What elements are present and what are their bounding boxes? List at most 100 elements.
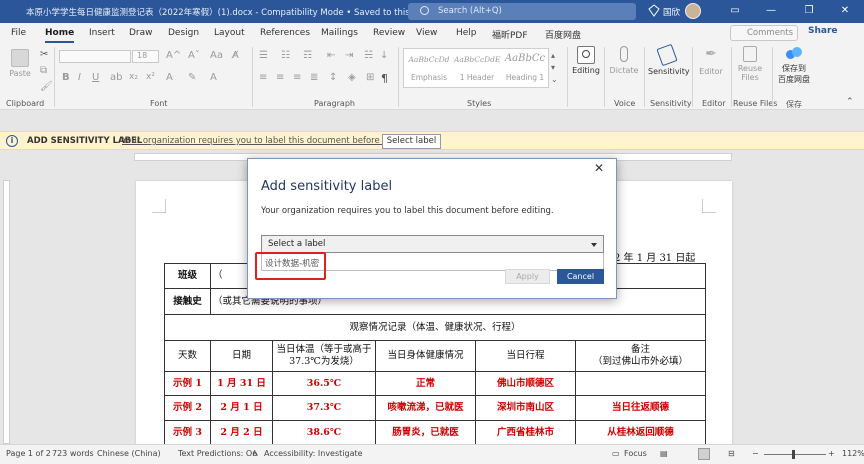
align-right-icon[interactable]: ≡ [293, 72, 301, 83]
label-select-dropdown[interactable]: Select a label [261, 235, 604, 253]
zoom-slider-thumb[interactable] [792, 450, 795, 459]
sort-icon[interactable]: ↓ [380, 50, 388, 61]
underline-icon[interactable]: U [92, 72, 99, 83]
shrink-font-icon[interactable]: Aˇ [188, 50, 200, 61]
collapse-ribbon-icon[interactable]: ⌃ [846, 97, 854, 107]
style-heading-1[interactable]: AaBbCc [502, 53, 548, 64]
tab-foxit-pdf[interactable]: 福昕PDF [492, 28, 528, 41]
styles-more-icon[interactable]: ⌄ [551, 75, 558, 84]
bullets-icon[interactable]: ☰ [259, 50, 268, 61]
search-box[interactable]: Search (Alt+Q) [408, 3, 636, 20]
align-left-icon[interactable]: ≡ [259, 72, 267, 83]
sensitivity-button[interactable]: Sensitivity [648, 43, 690, 76]
table-cell[interactable]: 1 月 31 日 [210, 371, 273, 396]
table-cell[interactable]: 佛山市顺德区 [475, 371, 576, 396]
line-spacing-icon[interactable]: ↕ [329, 72, 337, 83]
select-label-button[interactable]: Select label [382, 134, 441, 149]
word-count[interactable]: 723 words [52, 449, 94, 458]
table-cell[interactable]: 38.6℃ [272, 420, 376, 446]
tab-file[interactable]: File [11, 28, 26, 38]
table-cell[interactable]: 咳嗽流涕，已就医 [375, 395, 476, 421]
vertical-scrollbar[interactable] [851, 164, 864, 444]
subscript-icon[interactable]: x₂ [129, 72, 138, 82]
table-cell[interactable]: 2 月 1 日 [210, 395, 273, 421]
tab-draw[interactable]: Draw [129, 28, 153, 38]
minimize-button[interactable]: — [762, 3, 780, 19]
chinese-layout-icon[interactable]: ☵ [364, 50, 373, 61]
web-layout-icon[interactable]: ⊟ [728, 449, 735, 458]
paste-button[interactable]: Paste [6, 49, 34, 78]
save-to-baidu-button[interactable]: 保存到 百度网盘 [776, 46, 812, 85]
tab-review[interactable]: Review [373, 28, 405, 38]
info-bar-message-link[interactable]: Your organization requires you to label … [122, 136, 415, 146]
tab-help[interactable]: Help [456, 28, 477, 38]
shading-icon[interactable]: ◈ [348, 72, 356, 83]
vertical-ruler[interactable] [0, 164, 13, 444]
zoom-level[interactable]: 112% [842, 449, 864, 458]
reuse-files-button[interactable]: Reuse Files [734, 46, 766, 82]
table-cell[interactable]: 示例 2 [164, 395, 211, 421]
table-cell[interactable]: 肠胃炎，已就医 [375, 420, 476, 446]
table-cell[interactable]: 37.3℃ [272, 395, 376, 421]
font-color-icon[interactable]: A [210, 72, 217, 83]
grow-font-icon[interactable]: A^ [166, 50, 181, 61]
styles-scroll-down-icon[interactable]: ▾ [551, 63, 555, 72]
italic-icon[interactable]: I [78, 72, 81, 83]
align-center-icon[interactable]: ≡ [276, 72, 284, 83]
print-layout-icon[interactable] [698, 448, 710, 460]
style-emphasis[interactable]: AaBbCcDd [406, 55, 452, 64]
justify-icon[interactable]: ≣ [310, 72, 318, 83]
table-cell[interactable]: 正常 [375, 371, 476, 396]
tab-mailings[interactable]: Mailings [321, 28, 358, 38]
bold-icon[interactable]: B [62, 72, 70, 83]
superscript-icon[interactable]: x² [146, 72, 155, 82]
avatar[interactable] [685, 3, 701, 19]
text-predictions[interactable]: Text Predictions: On [178, 449, 257, 458]
tab-baidu-netdisk[interactable]: 百度网盘 [545, 28, 581, 41]
editor-button[interactable]: ✒ Editor [696, 46, 726, 76]
accessibility-icon[interactable]: ♿ [252, 449, 259, 458]
table-cell[interactable]: 示例 1 [164, 371, 211, 396]
text-effects-icon[interactable]: A [166, 72, 173, 83]
change-case-icon[interactable]: Aa [210, 50, 223, 61]
focus-icon[interactable]: ▭ [612, 449, 620, 458]
table-cell[interactable] [574, 371, 707, 396]
accessibility-status[interactable]: Accessibility: Investigate [264, 449, 363, 458]
zoom-in-icon[interactable]: + [828, 449, 835, 458]
tab-layout[interactable]: Layout [214, 28, 245, 38]
table-cell[interactable]: 36.5℃ [272, 371, 376, 396]
apply-button[interactable]: Apply [505, 269, 550, 284]
table-cell[interactable]: 广西省桂林市 [475, 420, 576, 446]
numbering-icon[interactable]: ☷ [281, 50, 290, 61]
table-cell[interactable]: 从桂林返回顺德 [574, 420, 707, 446]
page-count[interactable]: Page 1 of 2 [6, 449, 51, 458]
style-1-header[interactable]: AaBbCcDdE [454, 55, 500, 64]
dictate-button[interactable]: Dictate [609, 46, 639, 75]
cancel-button[interactable]: Cancel [557, 269, 604, 284]
ribbon-display-icon[interactable]: ▭ [726, 3, 744, 19]
restore-button[interactable]: ❐ [800, 3, 818, 19]
increase-indent-icon[interactable]: ⇥ [345, 50, 353, 61]
comments-button[interactable]: Comments [730, 25, 798, 41]
clear-format-icon[interactable]: A̸ [232, 50, 239, 61]
focus-button[interactable]: Focus [624, 449, 647, 458]
tab-view[interactable]: View [416, 28, 437, 38]
styles-gallery[interactable]: AaBbCcDd Emphasis AaBbCcDdE 1 Header AaB… [403, 48, 549, 88]
format-painter-icon[interactable]: 🖌 [40, 81, 53, 92]
table-cell[interactable]: 2 月 2 日 [210, 420, 273, 446]
tab-insert[interactable]: Insert [89, 28, 115, 38]
highlight-icon[interactable]: ✎ [188, 72, 196, 83]
zoom-slider[interactable] [764, 454, 826, 455]
tab-references[interactable]: References [260, 28, 310, 38]
read-mode-icon[interactable]: ▤ [660, 449, 668, 458]
font-size-field[interactable]: 18 [132, 50, 159, 63]
user-name[interactable]: 国欣 [663, 6, 680, 18]
multilevel-list-icon[interactable]: ☶ [303, 50, 312, 61]
cut-icon[interactable]: ✂ [40, 49, 48, 60]
zoom-out-icon[interactable]: − [752, 449, 759, 458]
tab-design[interactable]: Design [168, 28, 199, 38]
show-marks-icon[interactable]: ¶ [381, 72, 388, 85]
table-cell[interactable]: 深圳市南山区 [475, 395, 576, 421]
copy-icon[interactable]: ⧉ [40, 65, 47, 76]
close-window-button[interactable]: ✕ [836, 3, 854, 19]
